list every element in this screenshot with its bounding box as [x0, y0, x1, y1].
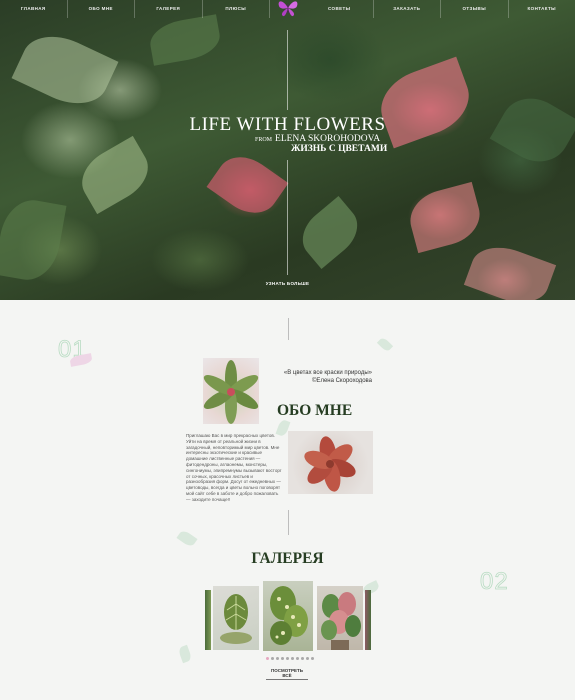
nav-item-pluses[interactable]: ПЛЮСЫ	[203, 0, 270, 18]
gallery-photo[interactable]	[213, 586, 259, 650]
pagination-dot[interactable]	[301, 657, 304, 660]
section-divider	[288, 510, 289, 535]
about-quote-author: ©Елена Скороходова	[312, 378, 372, 384]
hero-divider-bottom	[287, 160, 288, 275]
gallery-photo-side-left[interactable]	[205, 590, 211, 650]
pagination-dot[interactable]	[266, 657, 269, 660]
about-photo-plant	[203, 358, 259, 424]
pagination-dot[interactable]	[281, 657, 284, 660]
nav-item-gallery[interactable]: ГАЛЕРЕЯ	[135, 0, 203, 18]
about-heading: ОБО МНЕ	[277, 402, 353, 419]
gallery-photo-side-right[interactable]	[365, 590, 371, 650]
view-all-button[interactable]: ПОСМОТРЕТЬ ВСЁ	[266, 668, 308, 680]
nav-item-tips[interactable]: СОВЕТЫ	[306, 0, 374, 18]
about-quote: «В цветах все краски природы»	[283, 370, 372, 376]
hero-author: ELENA SKOROHODOVA	[275, 134, 381, 144]
decor-leaf	[177, 644, 193, 664]
decor-leaf	[376, 336, 394, 353]
hero-author-line: FROM ELENA SKOROHODOVA	[255, 134, 380, 144]
hero-from-label: FROM	[255, 137, 273, 143]
hero-banner: ГЛАВНАЯ ОБО МНЕ ГАЛЕРЕЯ ПЛЮСЫ СОВЕТЫ ЗАК…	[0, 0, 575, 300]
nav-item-contacts[interactable]: КОНТАКТЫ	[509, 0, 575, 18]
butterfly-icon	[278, 1, 298, 17]
section-number-gallery: 02	[480, 568, 509, 596]
nav-item-order[interactable]: ЗАКАЗАТЬ	[374, 0, 441, 18]
about-quote-block: «В цветах все краски природы» ©Елена Ско…	[276, 369, 372, 385]
hero-title: LIFE WITH FLOWERS	[189, 114, 386, 135]
decor-leaf	[176, 528, 198, 549]
pagination-dot[interactable]	[291, 657, 294, 660]
gallery-photo[interactable]	[263, 581, 313, 651]
about-text: Приглашаю Вас в мир прекрасных цветов. У…	[186, 433, 282, 502]
nav-item-about[interactable]: ОБО МНЕ	[68, 0, 135, 18]
hero-divider-top	[287, 30, 288, 110]
gallery-photo[interactable]	[317, 586, 363, 650]
pagination-dot[interactable]	[286, 657, 289, 660]
pagination-dot[interactable]	[311, 657, 314, 660]
nav-item-home[interactable]: ГЛАВНАЯ	[0, 0, 68, 18]
pagination-dot[interactable]	[271, 657, 274, 660]
gallery-pagination	[266, 657, 314, 660]
hero-subtitle: ЖИЗНЬ С ЦВЕТАМИ	[291, 144, 388, 154]
pagination-dot[interactable]	[306, 657, 309, 660]
gallery-heading: ГАЛЕРЕЯ	[251, 550, 324, 567]
about-photo-red-plant	[288, 431, 373, 494]
site-logo[interactable]	[270, 0, 306, 23]
nav-item-reviews[interactable]: ОТЗЫВЫ	[441, 0, 509, 18]
top-navigation: ГЛАВНАЯ ОБО МНЕ ГАЛЕРЕЯ ПЛЮСЫ СОВЕТЫ ЗАК…	[0, 0, 575, 18]
learn-more-link[interactable]: УЗНАТЬ БОЛЬШЕ	[260, 281, 315, 286]
pagination-dot[interactable]	[296, 657, 299, 660]
pagination-dot[interactable]	[276, 657, 279, 660]
section-divider	[288, 318, 289, 340]
